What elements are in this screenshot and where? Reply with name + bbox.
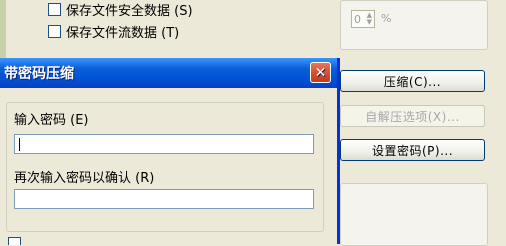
save-file-streams-label: 保存文件流数据 (T) (66, 25, 180, 41)
set-password-button[interactable]: 设置密码(P)... (340, 139, 485, 161)
right-panel: 0 ▲ ▼ % 压缩(C)... 自解压选项(X)... 设置密码(P)... (340, 0, 488, 246)
save-security-data-label: 保存文件安全数据 (S) (66, 3, 193, 19)
enter-password-input[interactable] (14, 134, 314, 154)
dialog-titlebar[interactable]: 带密码压缩 ✕ (0, 58, 337, 88)
percent-sign: % (381, 12, 392, 25)
right-lower-group (340, 183, 488, 246)
dialog-title: 带密码压缩 (4, 66, 74, 82)
password-dialog: 带密码压缩 ✕ 输入密码 (E) 再次输入密码以确认 (R) (0, 58, 340, 245)
recovery-record-group: 0 ▲ ▼ % (340, 0, 488, 50)
recovery-percent-spinner[interactable]: 0 ▲ ▼ (351, 10, 375, 28)
save-file-streams-option[interactable]: 保存文件流数据 (T) (48, 22, 180, 41)
background-window-strip (0, 0, 6, 60)
reenter-password-label: 再次输入密码以确认 (R) (14, 171, 155, 186)
compress-button[interactable]: 压缩(C)... (340, 70, 485, 92)
sfx-options-button[interactable]: 自解压选项(X)... (340, 105, 485, 127)
text-caret (19, 138, 20, 151)
spinner-value: 0 (354, 12, 361, 26)
close-icon[interactable]: ✕ (310, 62, 331, 83)
enter-password-label: 输入密码 (E) (14, 113, 89, 128)
save-file-streams-checkbox[interactable] (48, 24, 61, 38)
save-security-data-option[interactable]: 保存文件安全数据 (S) (48, 0, 193, 19)
reenter-password-input[interactable] (14, 189, 314, 209)
spinner-arrows-icon[interactable]: ▲ ▼ (367, 12, 372, 26)
save-security-data-checkbox[interactable] (48, 2, 61, 16)
